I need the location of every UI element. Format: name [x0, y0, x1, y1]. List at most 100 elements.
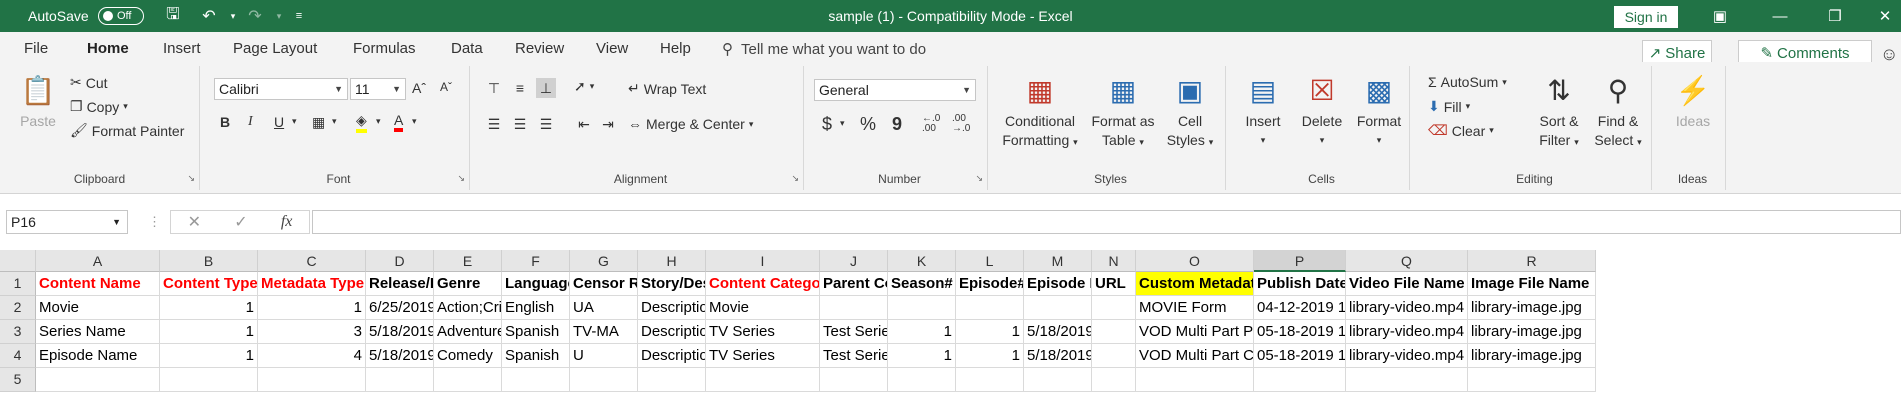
sort-filter-button[interactable]: ⇅ Sort & Filter ▾	[1532, 72, 1586, 152]
underline-button[interactable]: U	[274, 114, 284, 130]
minimize-icon[interactable]: —	[1757, 0, 1803, 32]
borders-icon[interactable]: ▦	[312, 114, 325, 131]
ribbon-display-options-icon[interactable]: ▣	[1697, 0, 1743, 32]
column-header-r[interactable]: R	[1468, 250, 1596, 272]
bold-button[interactable]: B	[220, 114, 230, 130]
format-painter-button[interactable]: 🖌 Format Painter	[70, 122, 184, 139]
orientation-icon[interactable]: ➚ ▾	[574, 78, 594, 95]
column-header-q[interactable]: Q	[1346, 250, 1468, 272]
tab-review[interactable]: Review	[515, 40, 564, 57]
cell-r5[interactable]	[1468, 368, 1596, 392]
cell-j4[interactable]: Test Series	[820, 344, 888, 368]
cut-button[interactable]: ✂ Cut	[70, 74, 108, 91]
cell-j5[interactable]	[820, 368, 888, 392]
name-box[interactable]: P16 ▼	[6, 210, 128, 234]
format-cells-button[interactable]: ▩ Format ▾	[1350, 72, 1408, 150]
cell-f2[interactable]: English	[502, 296, 570, 320]
cell-e1[interactable]: Genre	[434, 272, 502, 296]
format-as-table-button[interactable]: ▦ Format as Table ▾	[1086, 72, 1160, 152]
cell-r1[interactable]: Image File Name	[1468, 272, 1596, 296]
align-left-icon[interactable]: ☰	[484, 114, 504, 134]
chevron-down-icon[interactable]: ▾	[292, 116, 297, 127]
increase-font-size-icon[interactable]: Aˆ	[412, 80, 426, 96]
cell-c3[interactable]: 3	[258, 320, 366, 344]
dialog-launcher-icon[interactable]: ↘	[975, 173, 983, 184]
customize-qat-icon[interactable]: ≡	[288, 0, 310, 32]
cell-i4[interactable]: TV Series	[706, 344, 820, 368]
column-header-l[interactable]: L	[956, 250, 1024, 272]
cell-p4[interactable]: 05-18-2019 10	[1254, 344, 1346, 368]
cell-o5[interactable]	[1136, 368, 1254, 392]
undo-dropdown-icon[interactable]: ▾	[222, 0, 244, 32]
align-center-icon[interactable]: ☰	[510, 114, 530, 134]
cell-n4[interactable]	[1092, 344, 1136, 368]
chevron-down-icon[interactable]: ▾	[412, 116, 417, 127]
cell-n3[interactable]	[1092, 320, 1136, 344]
italic-button[interactable]: I	[248, 114, 253, 130]
column-header-n[interactable]: N	[1092, 250, 1136, 272]
tab-page-layout[interactable]: Page Layout	[233, 40, 317, 57]
cell-d5[interactable]	[366, 368, 434, 392]
cell-b3[interactable]: 1	[160, 320, 258, 344]
tell-me-search[interactable]: ⚲ Tell me what you want to do	[722, 40, 926, 59]
cell-l2[interactable]	[956, 296, 1024, 320]
column-header-c[interactable]: C	[258, 250, 366, 272]
chevron-down-icon[interactable]: ▾	[376, 116, 381, 127]
increase-indent-icon[interactable]: ⇥	[598, 114, 618, 134]
cell-g4[interactable]: U	[570, 344, 638, 368]
cell-a2[interactable]: Movie	[36, 296, 160, 320]
fill-color-icon[interactable]: ◈	[356, 112, 367, 133]
cell-l3[interactable]: 1	[956, 320, 1024, 344]
cell-l4[interactable]: 1	[956, 344, 1024, 368]
tab-home[interactable]: Home	[87, 40, 129, 66]
tab-data[interactable]: Data	[451, 40, 483, 57]
cell-a5[interactable]	[36, 368, 160, 392]
cell-q3[interactable]: library-video.mp4	[1346, 320, 1468, 344]
cell-f5[interactable]	[502, 368, 570, 392]
cell-d1[interactable]: Release/Re	[366, 272, 434, 296]
find-select-button[interactable]: ⚲ Find & Select ▾	[1588, 72, 1648, 152]
ideas-button[interactable]: ⚡ Ideas	[1666, 72, 1720, 131]
redo-dropdown-icon[interactable]: ▾	[268, 0, 290, 32]
cell-o4[interactable]: VOD Multi Part Chi	[1136, 344, 1254, 368]
save-icon[interactable]: 🖫	[162, 0, 184, 32]
cell-p1[interactable]: Publish Date	[1254, 272, 1346, 296]
cell-a1[interactable]: Content Name	[36, 272, 160, 296]
align-right-icon[interactable]: ☰	[536, 114, 556, 134]
cell-m5[interactable]	[1024, 368, 1092, 392]
cell-o2[interactable]: MOVIE Form	[1136, 296, 1254, 320]
cell-m3[interactable]: 5/18/2019	[1024, 320, 1092, 344]
cell-f4[interactable]: Spanish	[502, 344, 570, 368]
cell-r2[interactable]: library-image.jpg	[1468, 296, 1596, 320]
cell-a4[interactable]: Episode Name	[36, 344, 160, 368]
chevron-down-icon[interactable]: ▾	[332, 116, 337, 127]
cell-r4[interactable]: library-image.jpg	[1468, 344, 1596, 368]
close-icon[interactable]: ✕	[1862, 0, 1901, 32]
cell-c4[interactable]: 4	[258, 344, 366, 368]
row-header[interactable]: 4	[0, 344, 36, 368]
cell-m2[interactable]	[1024, 296, 1092, 320]
cell-q1[interactable]: Video File Name	[1346, 272, 1468, 296]
cell-k2[interactable]	[888, 296, 956, 320]
column-header-d[interactable]: D	[366, 250, 434, 272]
row-header[interactable]: 5	[0, 368, 36, 392]
enter-icon[interactable]: ✓	[234, 212, 247, 232]
cell-g5[interactable]	[570, 368, 638, 392]
cell-k5[interactable]	[888, 368, 956, 392]
insert-function-icon[interactable]: fx	[281, 213, 293, 231]
wrap-text-button[interactable]: ↵ Wrap Text	[628, 80, 706, 97]
dialog-launcher-icon[interactable]: ↘	[791, 173, 799, 184]
cell-p3[interactable]: 05-18-2019 10	[1254, 320, 1346, 344]
middle-align-icon[interactable]: ≡	[510, 78, 530, 98]
clear-button[interactable]: ⌫ Clear ▾	[1428, 122, 1494, 139]
undo-icon[interactable]: ↶	[198, 0, 220, 32]
cell-k4[interactable]: 1	[888, 344, 956, 368]
cell-b5[interactable]	[160, 368, 258, 392]
cell-d3[interactable]: 5/18/2019	[366, 320, 434, 344]
cell-i3[interactable]: TV Series	[706, 320, 820, 344]
cell-l5[interactable]	[956, 368, 1024, 392]
tab-insert[interactable]: Insert	[163, 40, 201, 57]
increase-decimal-icon[interactable]: ←.0.00	[922, 114, 940, 134]
column-header-h[interactable]: H	[638, 250, 706, 272]
cell-h5[interactable]	[638, 368, 706, 392]
